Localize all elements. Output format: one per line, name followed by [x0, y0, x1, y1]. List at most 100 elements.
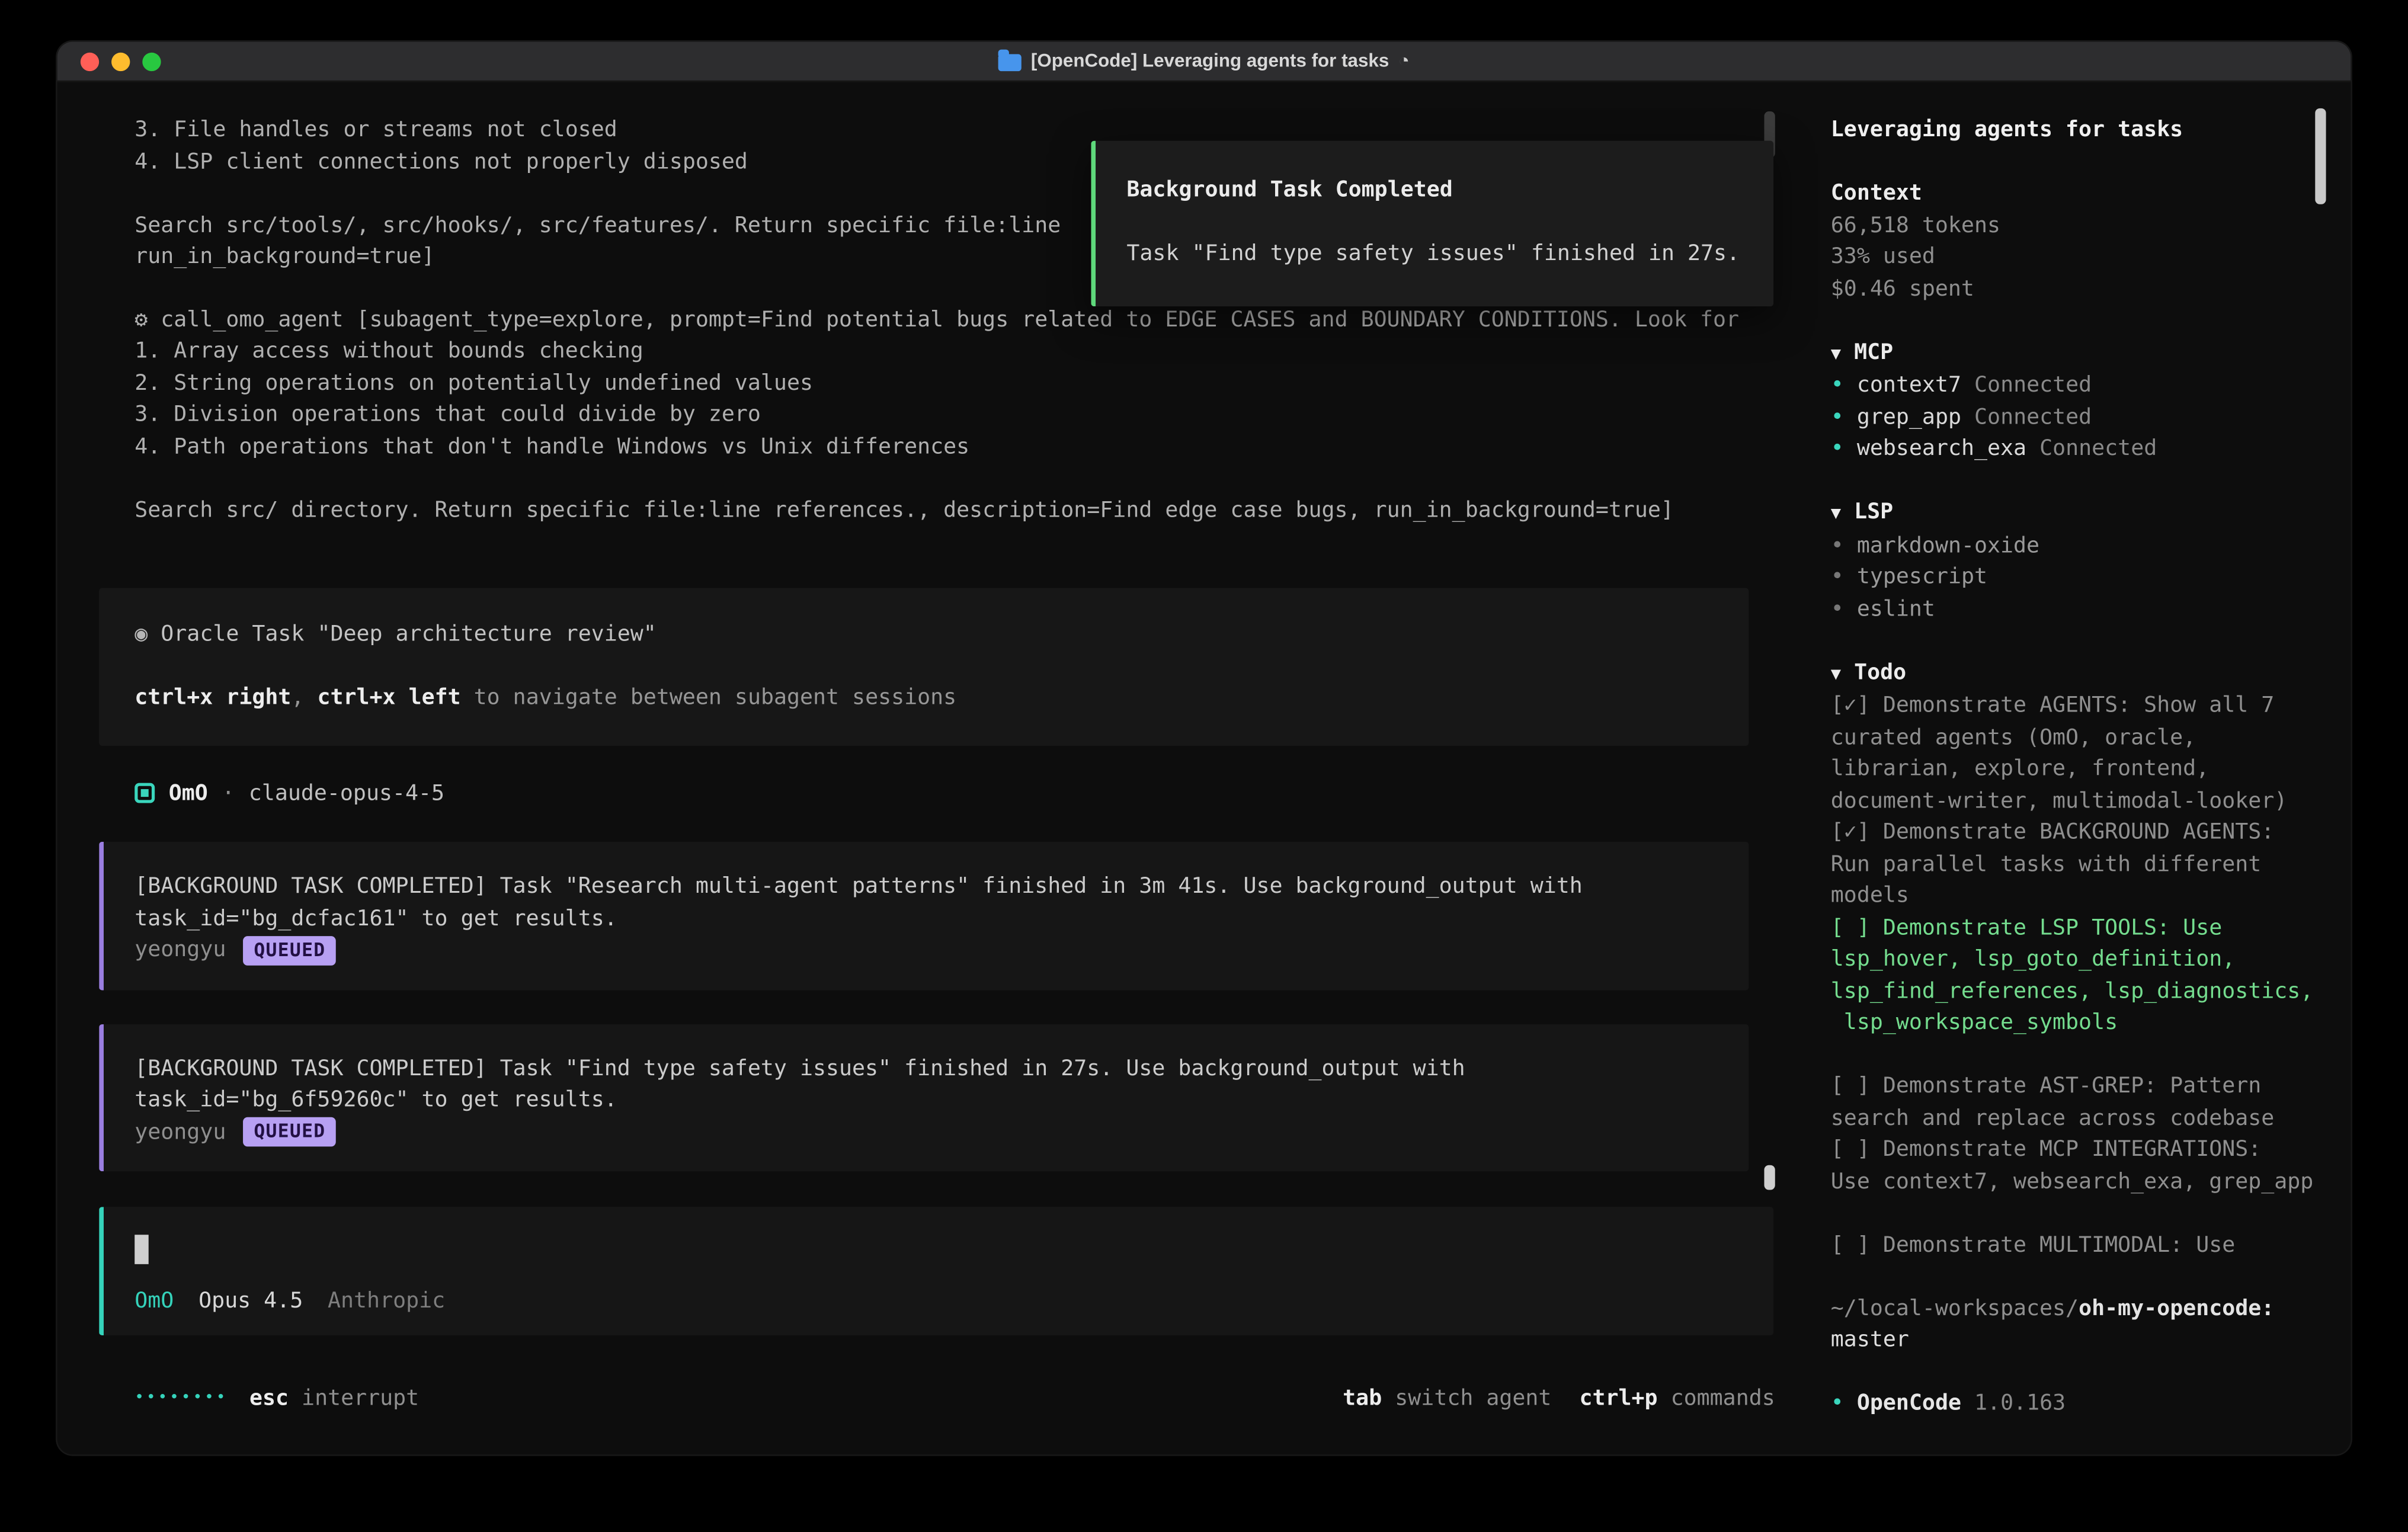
folder-icon [998, 54, 1022, 71]
todo-item: [✓] Demonstrate BACKGROUND AGENTS: Run p… [1831, 817, 2311, 912]
bullet-icon: • [1831, 597, 1844, 621]
background-task-toast: Background Task Completed Task "Find typ… [1091, 141, 1773, 306]
lsp-name: typescript [1857, 565, 1987, 589]
shortcut-ctrl-x-left: ctrl+x left [317, 685, 460, 710]
record-icon: ◉ [135, 622, 148, 647]
agent-model: claude-opus-4-5 [249, 777, 444, 809]
oracle-task-title-row: ◉ Oracle Task "Deep architecture review" [135, 619, 1713, 651]
todo-section-header[interactable]: ▼ Todo [1831, 657, 2311, 690]
esc-hint: esc interrupt [249, 1383, 419, 1415]
scrollbar-thumb[interactable] [1764, 1165, 1775, 1190]
window-title: [OpenCode] Leveraging agents for tasks ◔ [57, 42, 2351, 81]
toast-body: Task "Find type safety issues" finished … [1126, 238, 1736, 270]
esc-key: esc [249, 1386, 289, 1411]
minimize-button[interactable] [111, 52, 130, 70]
screen: [OpenCode] Leveraging agents for tasks ◔… [0, 0, 2408, 1532]
app-version-footer: • OpenCode 1.0.163 [1831, 1388, 2311, 1420]
selected-agent: OmO [135, 1285, 174, 1317]
context-used: 33% used [1831, 241, 2311, 273]
close-button[interactable] [81, 52, 99, 70]
mcp-item: • context7 Connected [1831, 370, 2311, 402]
clock-icon: ◔ [1398, 45, 1410, 77]
context-heading: Context [1831, 178, 2311, 210]
opencode-window: [OpenCode] Leveraging agents for tasks ◔… [57, 42, 2351, 1455]
message-meta: yeongyu QUEUED [135, 935, 1718, 967]
oracle-task-title: Oracle Task "Deep architecture review" [148, 622, 657, 647]
model-selector[interactable]: OmO Opus 4.5 Anthropic [135, 1285, 1743, 1317]
window-title-text: [OpenCode] Leveraging agents for tasks [1031, 45, 1389, 77]
app-version: 1.0.163 [1974, 1391, 2066, 1416]
status-bar: •••••••• esc interrupt tab switch agent … [135, 1383, 1775, 1415]
lsp-heading: LSP [1854, 500, 1893, 525]
mcp-item: • grep_app Connected [1831, 402, 2311, 434]
message-text: [BACKGROUND TASK COMPLETED] Task "Find t… [135, 1053, 1718, 1116]
tab-key: tab [1343, 1386, 1382, 1411]
mcp-name: context7 [1857, 373, 1961, 398]
mcp-item: • websearch_exa Connected [1831, 433, 2311, 465]
app-name: OpenCode [1857, 1391, 1961, 1416]
tool-call-log: ⚙ call_omo_agent [subagent_type=explore,… [135, 304, 1744, 526]
bullet-icon: • [1831, 565, 1844, 589]
sidebar: Leveraging agents for tasks Context 66,5… [1775, 82, 2351, 1454]
prompt-input-line[interactable] [135, 1233, 1743, 1265]
message-meta: yeongyu QUEUED [135, 1116, 1718, 1148]
ctrl-p-key: ctrl+p [1579, 1386, 1657, 1411]
tab-label: switch agent [1395, 1386, 1551, 1411]
separator-dot: · [222, 777, 235, 809]
hint-text: to navigate between subagent sessions [461, 685, 957, 710]
todo-item: [ ] Demonstrate MULTIMODAL: Use [1831, 1229, 2311, 1261]
tool-call-text: call_omo_agent [subagent_type=explore, p… [135, 307, 1739, 522]
shortcut-ctrl-x-right: ctrl+x right [135, 685, 291, 710]
session-title: Leveraging agents for tasks [1831, 114, 2311, 146]
bullet-icon: • [1831, 533, 1844, 558]
chevron-down-icon: ▼ [1831, 663, 1841, 683]
todo-heading: Todo [1854, 660, 1906, 685]
mcp-section-header[interactable]: ▼ MCP [1831, 336, 2311, 370]
commands-hint: ctrl+p commands [1579, 1383, 1775, 1415]
esc-label: interrupt [302, 1386, 419, 1411]
mcp-name: websearch_exa [1857, 437, 2026, 461]
context-spent: $0.46 spent [1831, 273, 2311, 305]
prompt-input[interactable]: OmO Opus 4.5 Anthropic [99, 1207, 1773, 1335]
message-author: yeongyu [135, 1116, 226, 1148]
message-text: [BACKGROUND TASK COMPLETED] Task "Resear… [135, 871, 1718, 934]
lsp-item: • eslint [1831, 594, 2311, 626]
mcp-status: Connected [2039, 437, 2157, 461]
status-bar-right: tab switch agent ctrl+p commands [1343, 1383, 1775, 1415]
fullscreen-button[interactable] [142, 52, 161, 70]
toast-title: Background Task Completed [1126, 175, 1736, 207]
bullet-icon: • [1831, 373, 1844, 398]
workspace-path: ~/local-workspaces/oh-my-opencode: [1831, 1293, 2311, 1325]
model-provider: Anthropic [328, 1285, 445, 1317]
mcp-heading: MCP [1854, 339, 1893, 364]
sidebar-scrollbar-thumb[interactable] [2315, 108, 2326, 204]
background-task-message: [BACKGROUND TASK COMPLETED] Task "Resear… [99, 842, 1749, 989]
lsp-item: • typescript [1831, 562, 2311, 594]
workspace-branch: master [1831, 1325, 2311, 1357]
selected-model: Opus 4.5 [198, 1285, 303, 1317]
mcp-name: grep_app [1857, 405, 1961, 430]
agent-name: OmO [169, 777, 208, 809]
terminal-pane: 3. File handles or streams not closed 4.… [57, 82, 1775, 1454]
todo-item: [ ] Demonstrate AST-GREP: Pattern search… [1831, 1071, 2311, 1134]
window-titlebar[interactable]: [OpenCode] Leveraging agents for tasks ◔ [57, 42, 2351, 82]
todo-item: [ ] Demonstrate LSP TOOLS: Use lsp_hover… [1831, 912, 2311, 1039]
queued-badge: QUEUED [243, 1117, 337, 1147]
lsp-name: eslint [1857, 597, 1935, 621]
workspace-path-prefix: ~/local-workspaces/ [1831, 1296, 2079, 1321]
todo-item: [✓] Demonstrate AGENTS: Show all 7 curat… [1831, 690, 2311, 817]
agent-header: OmO · claude-opus-4-5 [135, 777, 1775, 809]
window-content: 3. File handles or streams not closed 4.… [57, 82, 2351, 1454]
workspace-repo: oh-my-opencode: [2079, 1296, 2274, 1321]
background-task-message: [BACKGROUND TASK COMPLETED] Task "Find t… [99, 1024, 1749, 1171]
lsp-section-header[interactable]: ▼ LSP [1831, 496, 2311, 530]
spinner-dots: •••••••• [135, 1383, 228, 1415]
context-tokens: 66,518 tokens [1831, 210, 2311, 242]
mcp-status: Connected [1974, 405, 2092, 430]
bullet-icon: • [1831, 1391, 1844, 1416]
chevron-down-icon: ▼ [1831, 503, 1841, 523]
oracle-task-panel[interactable]: ◉ Oracle Task "Deep architecture review"… [99, 588, 1749, 745]
mcp-status: Connected [1974, 373, 2092, 398]
window-controls [81, 52, 161, 70]
omo-agent-icon [135, 783, 155, 803]
